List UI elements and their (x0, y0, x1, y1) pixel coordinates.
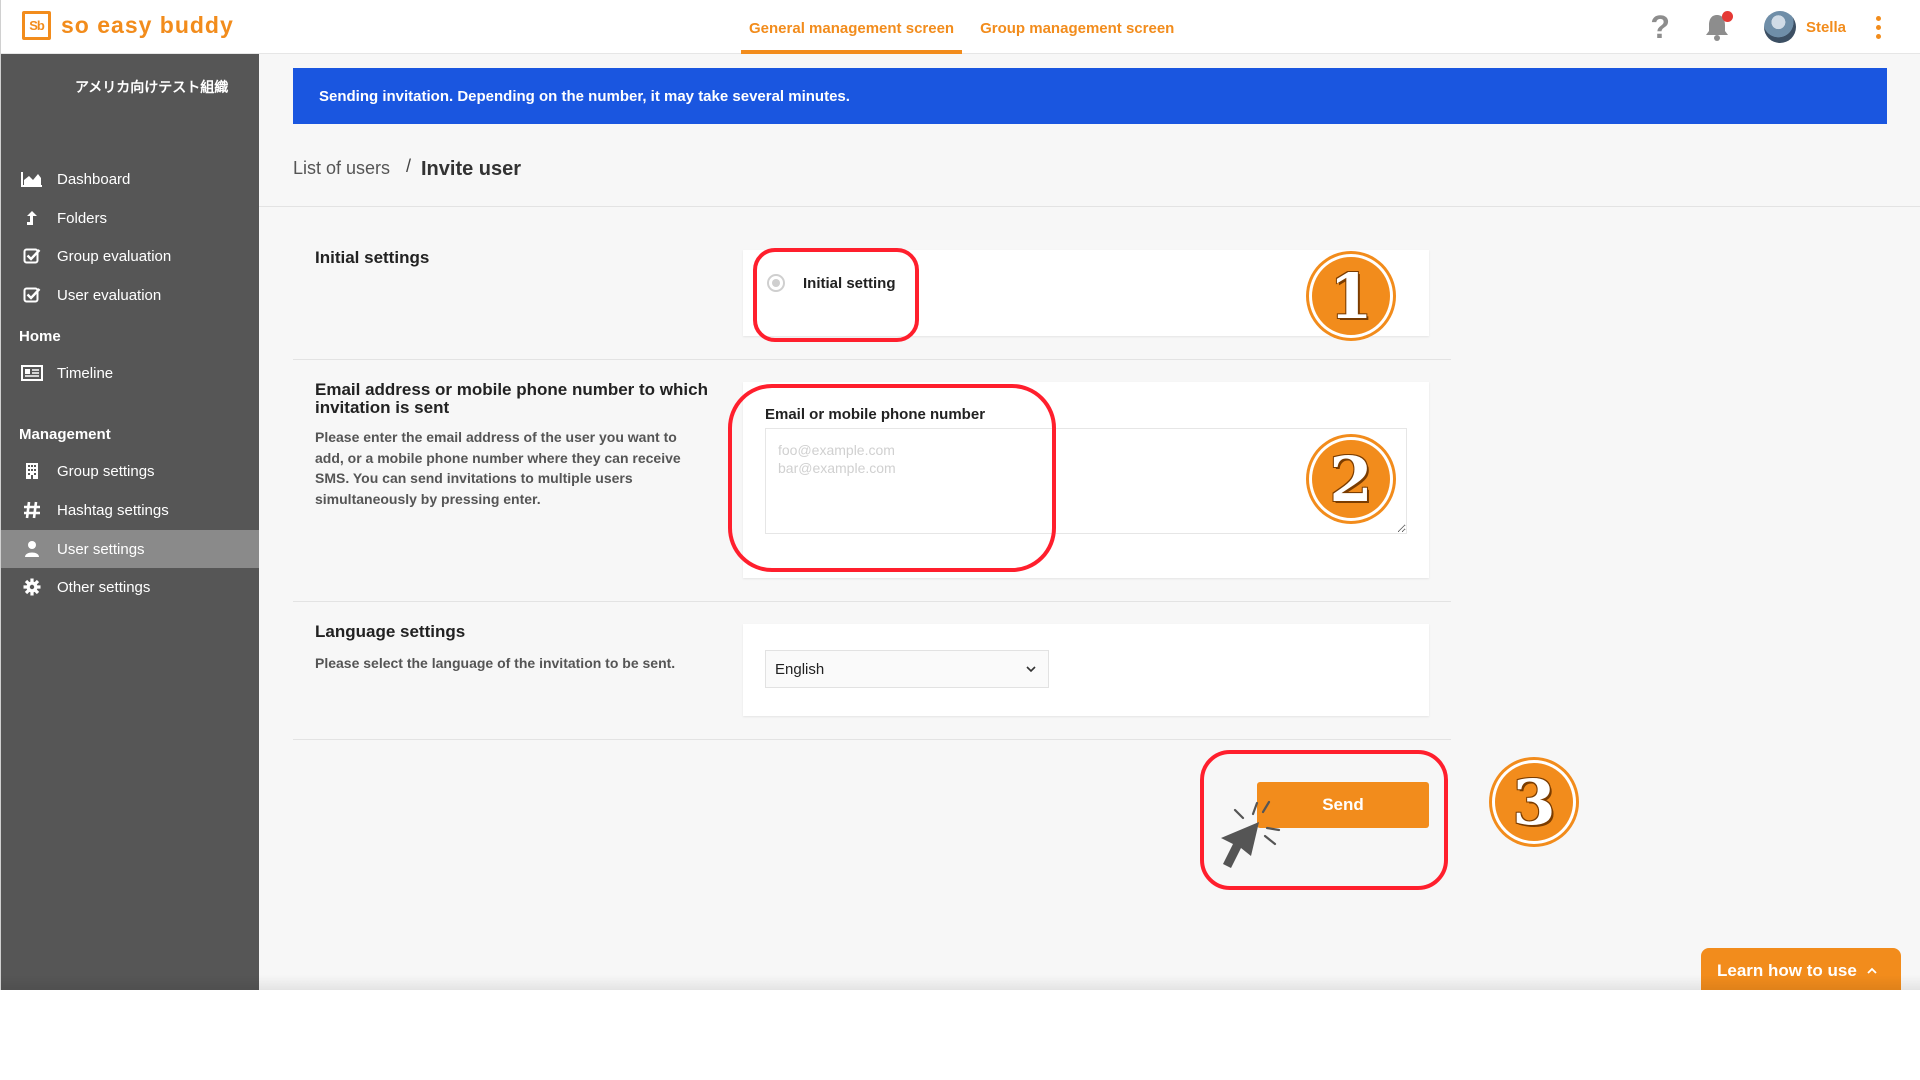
language-section-description: Please select the language of the invita… (315, 655, 676, 671)
initial-settings-title: Initial settings (315, 248, 430, 267)
sidebar-item-folders[interactable]: Folders (1, 199, 259, 237)
logo[interactable]: Sb so easy buddy (22, 11, 234, 40)
bottom-shadow (1, 975, 1920, 990)
organization-name: アメリカ向けテスト組織 (75, 79, 229, 95)
sidebar-item-label: Group evaluation (57, 247, 172, 265)
tab-general-management[interactable]: General management screen (741, 0, 963, 54)
area-chart-icon (21, 170, 43, 188)
more-menu-icon[interactable] (1876, 15, 1881, 39)
language-select[interactable]: English (765, 650, 1049, 688)
sidebar-item-label: Folders (57, 209, 108, 227)
sidebar-item-other-settings[interactable]: Other settings (1, 568, 259, 606)
sidebar-item-user-settings[interactable]: User settings (1, 530, 259, 568)
sidebar-item-label: Group settings (57, 462, 155, 480)
sidebar-item-dashboard[interactable]: Dashboard (1, 160, 259, 198)
sidebar: アメリカ向けテスト組織 Dashboard Folders Group eval… (1, 54, 259, 990)
logo-text: so easy buddy (61, 12, 234, 38)
language-section-title: Language settings (315, 622, 466, 641)
cursor-click-icon (1221, 800, 1281, 868)
email-section-title: Email address or mobile phone number to … (315, 380, 708, 417)
app-window: Sb so easy buddy General management scre… (0, 0, 1920, 990)
notification-dot (1721, 11, 1733, 22)
top-header: Sb so easy buddy General management scre… (1, 0, 1920, 54)
sidebar-item-group-settings[interactable]: Group settings (1, 452, 259, 490)
check-square-icon (21, 247, 43, 265)
sidebar-item-label: User settings (57, 540, 145, 558)
help-icon[interactable]: ? (1650, 9, 1670, 46)
header-actions: ? Stella (1650, 0, 1881, 54)
sidebar-section-management: Management (19, 426, 111, 443)
user-name[interactable]: Stella (1806, 19, 1846, 36)
sidebar-item-label: Timeline (57, 364, 114, 382)
sidebar-item-hashtag-settings[interactable]: Hashtag settings (1, 491, 259, 529)
language-selected-value: English (775, 661, 825, 678)
breadcrumb-list-of-users[interactable]: List of users (293, 158, 390, 179)
email-section-description: Please enter the email address of the us… (315, 429, 681, 507)
language-panel: English (743, 624, 1429, 716)
sidebar-item-label: User evaluation (57, 286, 162, 304)
divider (293, 359, 1451, 360)
check-square-icon (21, 286, 43, 304)
building-icon (21, 462, 43, 480)
step-badge-3: 3 (1492, 760, 1576, 844)
sidebar-item-user-evaluation[interactable]: User evaluation (1, 276, 259, 314)
info-banner: Sending invitation. Depending on the num… (293, 68, 1887, 124)
newspaper-icon (21, 364, 43, 382)
gear-icon (21, 578, 43, 596)
avatar[interactable] (1763, 11, 1796, 43)
logo-mark: Sb (22, 11, 51, 40)
upload-arrow-icon (21, 209, 43, 227)
notification-bell-icon[interactable] (1704, 11, 1733, 41)
sidebar-item-label: Hashtag settings (57, 501, 169, 519)
step-badge-2: 2 (1309, 437, 1393, 521)
chevron-down-icon (1026, 666, 1036, 673)
hashtag-icon (21, 501, 43, 519)
step-badge-1: 1 (1309, 254, 1393, 338)
divider (293, 739, 1451, 740)
tab-group-management[interactable]: Group management screen (972, 0, 1182, 54)
sidebar-section-home: Home (19, 328, 61, 345)
user-icon (21, 540, 43, 558)
highlight-email-input (728, 384, 1056, 572)
highlight-initial-setting (753, 248, 919, 342)
sidebar-item-label: Other settings (57, 578, 151, 596)
page-title: Invite user (421, 158, 522, 180)
divider (259, 206, 1920, 207)
sidebar-item-group-evaluation[interactable]: Group evaluation (1, 237, 259, 275)
divider (293, 601, 1451, 602)
sidebar-item-label: Dashboard (57, 170, 131, 188)
breadcrumb-separator: / (406, 156, 412, 176)
sidebar-item-timeline[interactable]: Timeline (1, 354, 259, 392)
main-nav-tabs: General management screen Group manageme… (741, 0, 1192, 54)
